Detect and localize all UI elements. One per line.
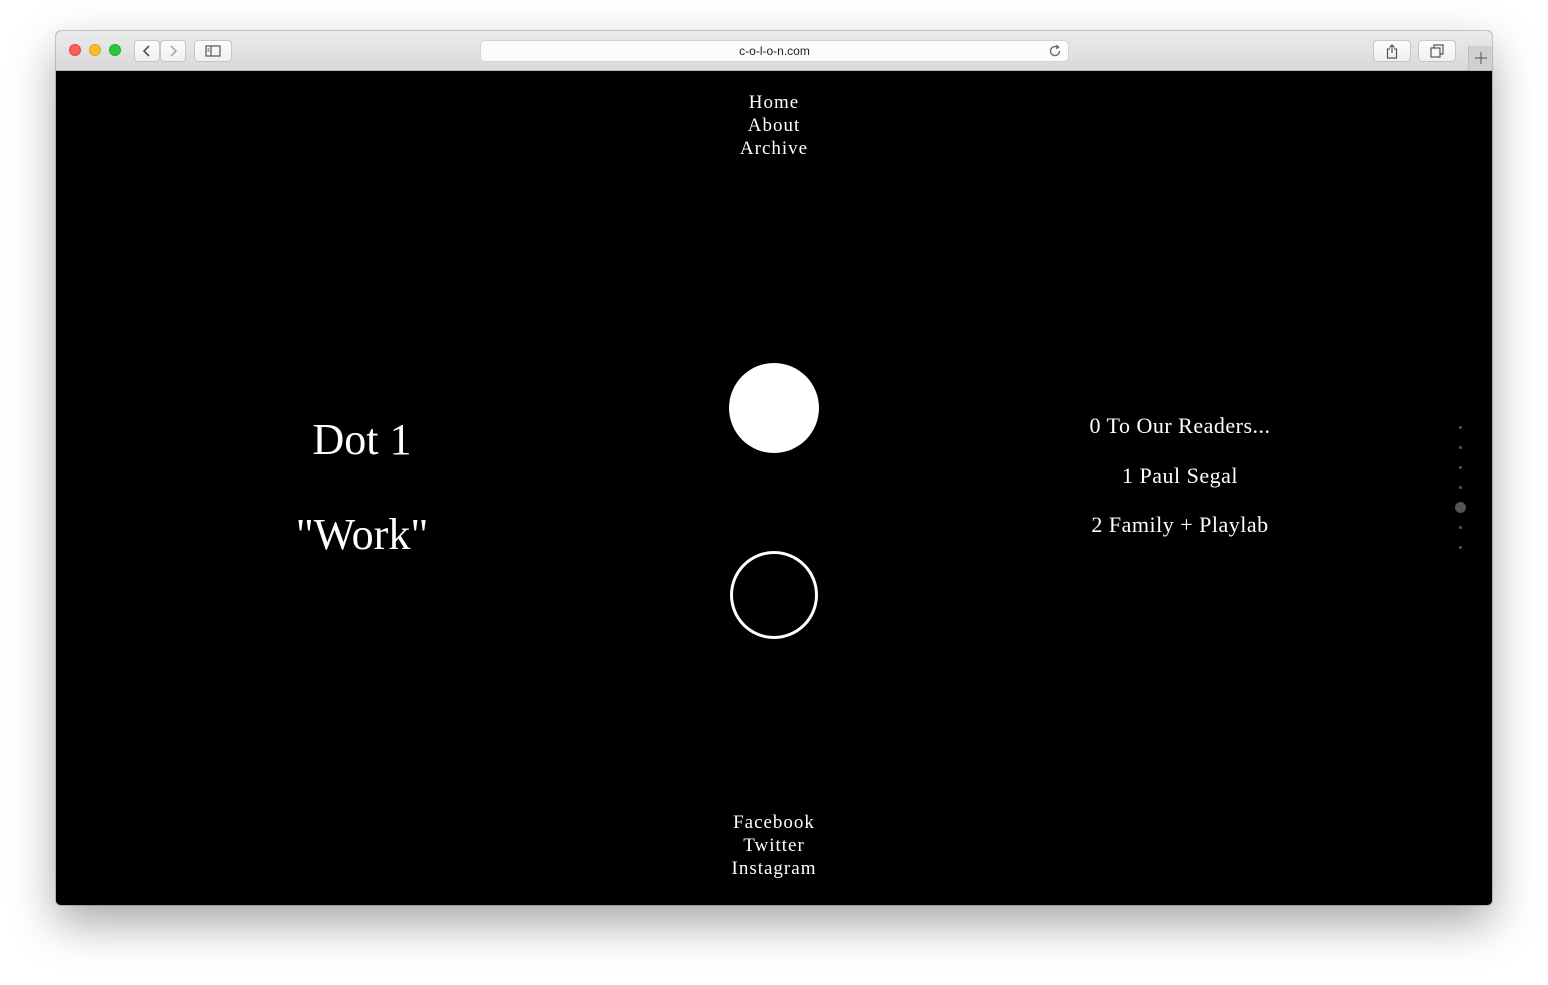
entry-link[interactable]: 1 Paul Segal <box>1030 461 1330 511</box>
sidebar-button[interactable] <box>194 40 232 62</box>
pager-dot[interactable] <box>1459 525 1462 529</box>
filled-dot[interactable] <box>729 363 819 453</box>
entry-link[interactable]: 0 To Our Readers... <box>1030 411 1330 461</box>
sidebar-icon <box>205 45 221 57</box>
minimize-window-button[interactable] <box>89 44 101 56</box>
social-nav: Facebook Twitter Instagram <box>56 811 1492 880</box>
pager-dot[interactable] <box>1459 545 1462 549</box>
facebook-link[interactable]: Facebook <box>56 811 1492 834</box>
share-button[interactable] <box>1373 40 1411 62</box>
nav-archive-link[interactable]: Archive <box>56 137 1492 160</box>
nav-about-link[interactable]: About <box>56 114 1492 137</box>
nav-home-link[interactable]: Home <box>56 91 1492 114</box>
instagram-link[interactable]: Instagram <box>56 857 1492 880</box>
share-icon <box>1386 43 1398 59</box>
pager-dot[interactable] <box>1459 425 1462 429</box>
chevron-right-icon <box>170 45 178 57</box>
tabs-icon <box>1430 44 1444 58</box>
outline-dot[interactable] <box>730 551 818 639</box>
reload-icon[interactable] <box>1048 44 1062 58</box>
new-tab-button[interactable] <box>1468 46 1492 70</box>
back-button[interactable] <box>134 40 160 62</box>
address-bar[interactable]: c-o-l-o-n.com <box>480 40 1069 62</box>
chevron-left-icon <box>142 45 150 57</box>
browser-toolbar: c-o-l-o-n.com <box>56 31 1492 71</box>
pager-dot[interactable] <box>1459 465 1462 469</box>
pager-dot[interactable] <box>1459 485 1462 489</box>
zoom-window-button[interactable] <box>109 44 121 56</box>
entry-link[interactable]: 2 Family + Playlab <box>1030 510 1330 560</box>
page-content: Home About Archive Dot 1 "Work" 0 To Our… <box>56 71 1492 905</box>
issue-subtitle: "Work" <box>295 510 429 559</box>
twitter-link[interactable]: Twitter <box>56 834 1492 857</box>
forward-button[interactable] <box>160 40 186 62</box>
issue-title: Dot 1 <box>312 415 412 464</box>
pager-dot[interactable] <box>1459 445 1462 449</box>
url-text: c-o-l-o-n.com <box>739 44 810 58</box>
close-window-button[interactable] <box>69 44 81 56</box>
top-nav: Home About Archive <box>56 91 1492 160</box>
entry-list: 0 To Our Readers... 1 Paul Segal 2 Famil… <box>1030 411 1330 560</box>
plus-icon <box>1475 52 1487 64</box>
browser-window: c-o-l-o-n.com Home About Archive Dot 1 "… <box>56 31 1492 905</box>
tabs-button[interactable] <box>1418 40 1456 62</box>
pager-dot-active[interactable] <box>1455 501 1466 513</box>
